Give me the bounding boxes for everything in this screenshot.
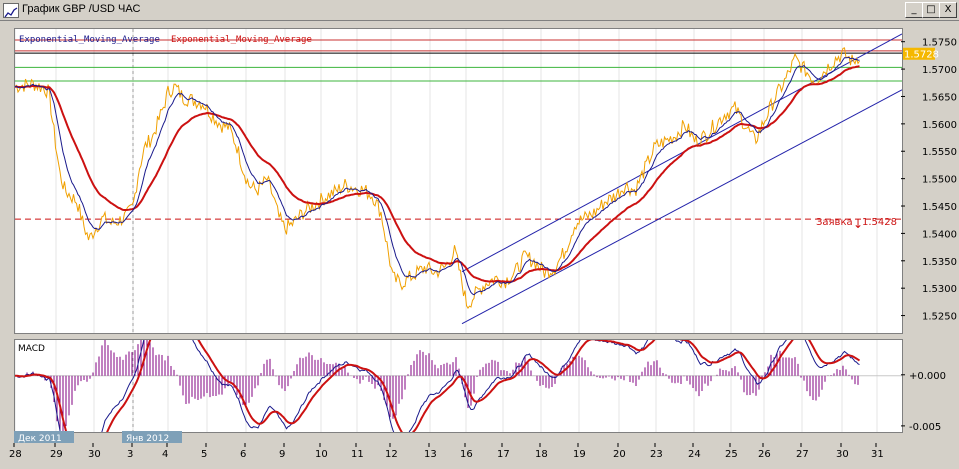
- time-label: 19: [573, 449, 586, 460]
- price-tick-label: 1.5750: [922, 38, 957, 49]
- price-tick-label: 1.5300: [922, 284, 957, 295]
- macd-label: MACD: [18, 344, 45, 354]
- time-label: 24: [688, 449, 701, 460]
- time-label: 11: [351, 449, 364, 460]
- time-label: 12: [385, 449, 398, 460]
- time-label: 5: [201, 449, 207, 460]
- price-tick-label: 1.5250: [922, 312, 957, 323]
- time-label: 18: [535, 449, 548, 460]
- time-axis[interactable]: 28 29 30 3 4 5 6 9 10 11 12 13 16 17 18 19 20 23 24 25 26 27 3…: [0, 431, 945, 467]
- macd-panel[interactable]: MACD: [14, 339, 903, 433]
- legend-ema-fast: Exponential_Moving_Average: [19, 35, 160, 45]
- macd-tick-label: -0.005: [909, 422, 941, 431]
- price-tick-label: 1.5650: [922, 92, 957, 103]
- price-tick-label: 1.5550: [922, 147, 957, 158]
- time-label: 31: [871, 449, 884, 460]
- time-label: 30: [836, 449, 849, 460]
- time-label: 23: [650, 449, 663, 460]
- price-tick-label: 1.5600: [922, 120, 957, 131]
- price-tick-label: 1.5350: [922, 257, 957, 268]
- time-label: 10: [315, 449, 328, 460]
- macd-tick-label: +0.000: [909, 371, 946, 382]
- time-label: 16: [460, 449, 473, 460]
- order-price: 1.5428: [862, 217, 897, 228]
- ema-fast-line: [15, 56, 860, 296]
- minimize-button[interactable]: _: [905, 2, 923, 18]
- time-label: 30: [88, 449, 101, 460]
- macd-chart[interactable]: MACD: [15, 340, 902, 432]
- time-label: 25: [725, 449, 738, 460]
- time-label: 3: [127, 449, 133, 460]
- time-label: 27: [796, 449, 809, 460]
- price-axis[interactable]: 1.5750 1.5700 1.5650 1.5600 1.5550 1.5500 1.54…: [901, 28, 959, 332]
- price-tick-label: 1.5500: [922, 175, 957, 186]
- maximize-button[interactable]: □: [922, 2, 940, 18]
- time-label: 29: [50, 449, 63, 460]
- ema-slow-line: [15, 65, 860, 283]
- month-marker-label: Янв 2012: [126, 434, 169, 444]
- chart-window-icon: [3, 3, 19, 18]
- time-label: 6: [240, 449, 246, 460]
- current-price-label: 1.5728: [904, 50, 939, 61]
- price-tick-label: 1.5450: [922, 202, 957, 213]
- close-button[interactable]: X: [939, 2, 957, 18]
- title-bar: График GBP /USD ЧАС _ □ X: [0, 0, 959, 21]
- macd-axis[interactable]: +0.000 -0.005: [901, 339, 959, 431]
- month-marker-label: Дек 2011: [18, 434, 62, 444]
- price-chart[interactable]: Exponential_Moving_Average Exponential_M…: [15, 29, 902, 333]
- price-tick-label: 1.5400: [922, 229, 957, 240]
- time-label: 9: [279, 449, 285, 460]
- legend-ema-slow: Exponential_Moving_Average: [171, 35, 312, 45]
- time-label: 28: [9, 449, 22, 460]
- macd-signal-line: [15, 340, 861, 432]
- order-label: Заявка: [816, 217, 853, 228]
- time-label: 17: [497, 449, 510, 460]
- time-label: 4: [162, 449, 168, 460]
- time-label: 20: [613, 449, 626, 460]
- price-chart-panel[interactable]: Exponential_Moving_Average Exponential_M…: [14, 28, 903, 334]
- price-tick-label: 1.5700: [922, 65, 957, 76]
- price-series-line: [15, 47, 860, 309]
- time-label: 13: [424, 449, 437, 460]
- window-title: График GBP /USD ЧАС: [22, 3, 141, 15]
- time-label: 26: [758, 449, 771, 460]
